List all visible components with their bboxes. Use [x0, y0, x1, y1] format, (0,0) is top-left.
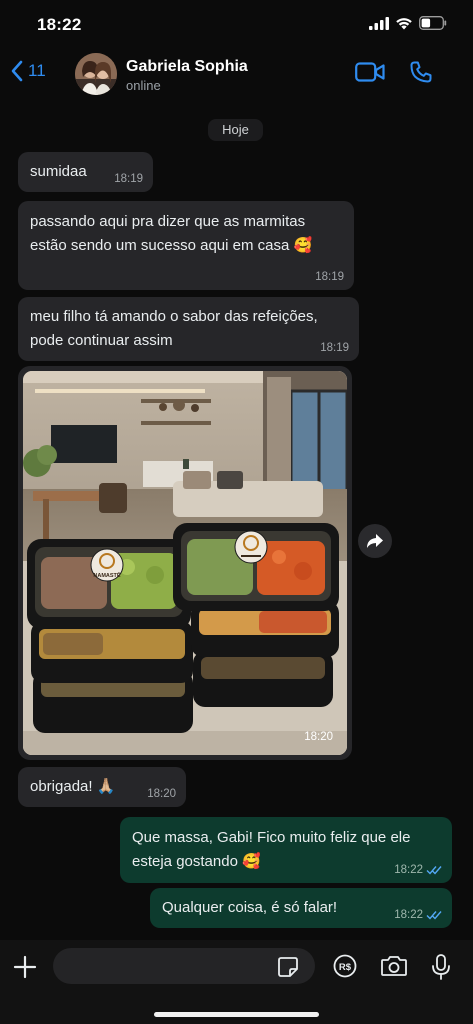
signal-icon: [369, 16, 389, 30]
avatar[interactable]: [75, 53, 117, 95]
double-check-icon: [426, 911, 442, 920]
payment-icon: R$: [333, 954, 357, 978]
message-time: 18:19: [315, 271, 344, 283]
forward-button[interactable]: [358, 524, 392, 558]
container-label: NAMASTÊ: [93, 571, 121, 579]
outgoing-message[interactable]: Que massa, Gabi! Fico muito feliz que el…: [120, 817, 452, 883]
message-input[interactable]: [53, 948, 315, 984]
message-time: 18:19: [320, 342, 349, 354]
status-icons: [369, 16, 447, 30]
message-text-line: Que massa, Gabi! Fico muito feliz que el…: [132, 829, 411, 846]
photo-illustration: NAMASTÊ: [23, 371, 347, 755]
incoming-message[interactable]: passando aqui pra dizer que as marmitas …: [18, 201, 354, 290]
date-chip: Hoje: [208, 119, 263, 141]
video-call-button[interactable]: [355, 62, 385, 87]
unread-count: 11: [28, 61, 46, 80]
photo-meal-containers[interactable]: NAMASTÊ 18:20: [23, 371, 347, 755]
message-time: 18:19: [114, 173, 143, 185]
payment-label: R$: [339, 962, 352, 973]
incoming-message[interactable]: sumidaa 18:19: [18, 152, 153, 192]
microphone-icon: [432, 954, 450, 980]
incoming-message[interactable]: meu filho tá amando o sabor das refeiçõe…: [18, 297, 359, 361]
sticker-button[interactable]: [277, 956, 299, 983]
microphone-button[interactable]: [430, 953, 452, 986]
composer-bar: R$: [0, 940, 473, 1024]
message-time: 18:22: [394, 909, 423, 921]
message-time-group: 18:22: [394, 908, 442, 922]
payment-button[interactable]: R$: [333, 954, 357, 983]
status-bar: 18:22: [0, 0, 473, 50]
message-time: 18:20: [147, 788, 176, 800]
chevron-left-icon: [11, 60, 23, 82]
contact-name[interactable]: Gabriela Sophia: [126, 58, 248, 76]
wifi-icon: [396, 17, 412, 29]
message-text-line: meu filho tá amando o sabor das refeiçõe…: [30, 308, 318, 325]
outgoing-message[interactable]: Qualquer coisa, é só falar! 18:22: [150, 888, 452, 928]
photo-message[interactable]: NAMASTÊ 18:20: [18, 366, 352, 760]
voice-call-button[interactable]: [409, 60, 433, 89]
back-button[interactable]: 11: [10, 60, 46, 82]
message-text-line: estão sendo um sucesso aqui em casa 🥰: [30, 237, 313, 254]
status-time: 18:22: [37, 15, 82, 34]
chat-header: 11 Gabriela Sophia online: [0, 46, 473, 104]
message-text-line: passando aqui pra dizer que as marmitas: [30, 213, 306, 230]
forward-arrow-icon: [367, 534, 383, 548]
message-time-group: 18:22: [394, 863, 442, 877]
plus-icon: [13, 955, 37, 979]
message-text-line: pode continuar assim: [30, 332, 173, 349]
sticker-icon: [278, 957, 298, 977]
contact-status: online: [126, 78, 161, 93]
incoming-message[interactable]: obrigada! 🙏🏼 18:20: [18, 767, 186, 807]
double-check-icon: [426, 866, 442, 875]
camera-icon: [381, 956, 407, 976]
phone-icon: [410, 61, 432, 83]
photo-time: 18:20: [304, 731, 333, 743]
battery-icon: [419, 16, 447, 30]
message-time: 18:22: [394, 864, 423, 876]
camera-button[interactable]: [380, 954, 408, 983]
attach-button[interactable]: [12, 954, 38, 985]
video-camera-icon: [355, 62, 385, 82]
home-indicator: [154, 1012, 319, 1017]
